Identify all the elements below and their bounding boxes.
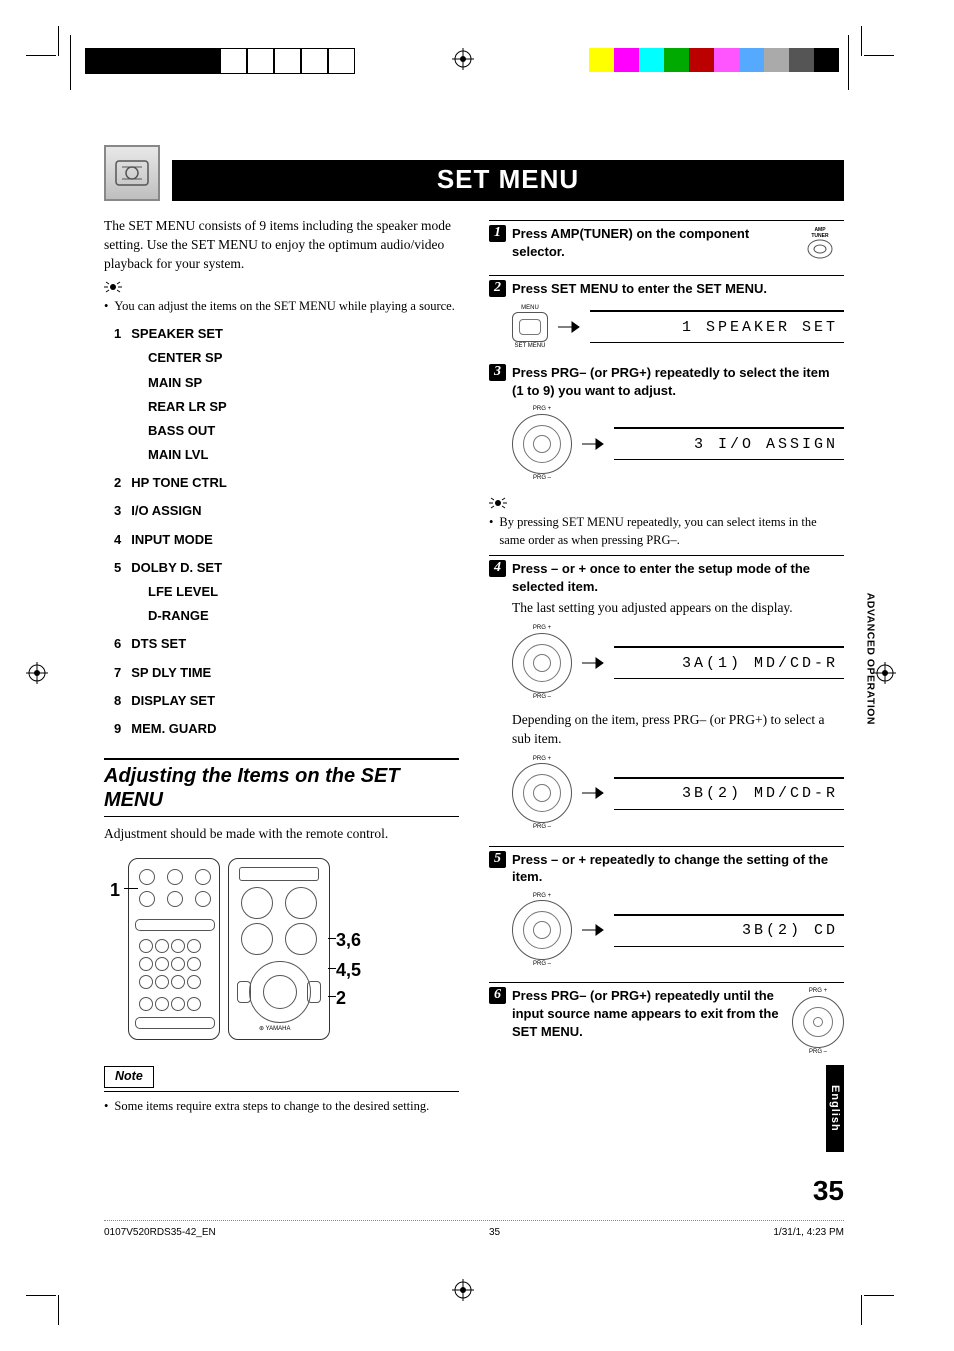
arrow-right-icon: [582, 787, 604, 799]
dpad-icon: [512, 900, 572, 960]
registration-mark-icon: [26, 662, 48, 684]
color-bars-left: [85, 48, 355, 74]
adjusting-heading: Adjusting the Items on the SET MENU: [104, 758, 459, 817]
color-bars-right: [589, 48, 839, 72]
step-5-text: Press – or + repeatedly to change the se…: [512, 851, 844, 886]
svg-text:TUNER: TUNER: [811, 233, 829, 239]
registration-mark-icon: [452, 1279, 474, 1301]
lcd-display: 3B(2) CD: [614, 914, 844, 947]
lcd-display: 3 I/O ASSIGN: [614, 427, 844, 460]
step-3-hint: By pressing SET MENU repeatedly, you can…: [499, 514, 844, 549]
remote-figure: ⊛ YAMAHA 1 3,6 4,5 2: [128, 858, 398, 1048]
registration-mark-icon: [874, 662, 896, 684]
dpad-icon: [512, 633, 572, 693]
intro-paragraph: The SET MENU consists of 9 items includi…: [104, 217, 459, 274]
arrow-right-icon: [582, 438, 604, 450]
footer-date: 1/31/1, 4:23 PM: [773, 1227, 844, 1238]
footer-page: 35: [489, 1227, 500, 1238]
callout-45: 4,5: [336, 958, 361, 983]
set-menu-title-icon: [104, 145, 160, 201]
step-number-6: 6: [489, 987, 506, 1004]
footer-file: 0107V520RDS35-42_EN: [104, 1227, 216, 1238]
step-number-3: 3: [489, 364, 506, 381]
dpad-icon: [512, 763, 572, 823]
step-number-1: 1: [489, 225, 506, 242]
step-4-body2: Depending on the item, press PRG– (or PR…: [512, 711, 844, 749]
page-title: SET MENU: [172, 160, 844, 201]
step-4-text: Press – or + once to enter the setup mod…: [512, 560, 844, 595]
callout-1: 1: [110, 878, 120, 903]
lcd-display: 3B(2) MD/CD-R: [614, 777, 844, 810]
lcd-display: 1 SPEAKER SET: [590, 310, 844, 343]
hint-icon: [489, 496, 507, 510]
step-6-text: Press PRG– (or PRG+) repeatedly until th…: [512, 987, 786, 1040]
step-number-5: 5: [489, 851, 506, 868]
callout-36: 3,6: [336, 928, 361, 953]
step-number-2: 2: [489, 280, 506, 297]
dpad-icon: [512, 414, 572, 474]
set-menu-list: 1SPEAKER SET CENTER SP MAIN SP REAR LR S…: [114, 325, 459, 738]
section-tab: ADVANCED OPERATION: [864, 593, 876, 725]
step-number-4: 4: [489, 560, 506, 577]
step-3-text: Press PRG– (or PRG+) repeatedly to selec…: [512, 364, 844, 399]
hint-icon: [104, 280, 122, 294]
step-2-text: Press SET MENU to enter the SET MENU.: [512, 280, 767, 298]
amp-tuner-icon: AMP TUNER: [796, 225, 844, 261]
lcd-display: 3A(1) MD/CD-R: [614, 646, 844, 679]
adjusting-text: Adjustment should be made with the remot…: [104, 825, 459, 844]
intro-hint: You can adjust the items on the SET MENU…: [114, 298, 454, 316]
callout-2: 2: [336, 986, 346, 1011]
arrow-right-icon: [582, 924, 604, 936]
set-menu-button-icon: [512, 312, 548, 342]
step-4-body: The last setting you adjusted appears on…: [512, 599, 844, 618]
registration-mark-icon: [452, 48, 474, 70]
arrow-right-icon: [558, 321, 580, 333]
note-text: Some items require extra steps to change…: [114, 1098, 429, 1116]
language-tab: English: [826, 1065, 844, 1152]
dpad-icon: [792, 996, 844, 1048]
page-number: 35: [813, 1175, 844, 1207]
step-1-text: Press AMP(TUNER) on the component select…: [512, 225, 790, 260]
arrow-right-icon: [582, 657, 604, 669]
note-label: Note: [104, 1066, 154, 1088]
